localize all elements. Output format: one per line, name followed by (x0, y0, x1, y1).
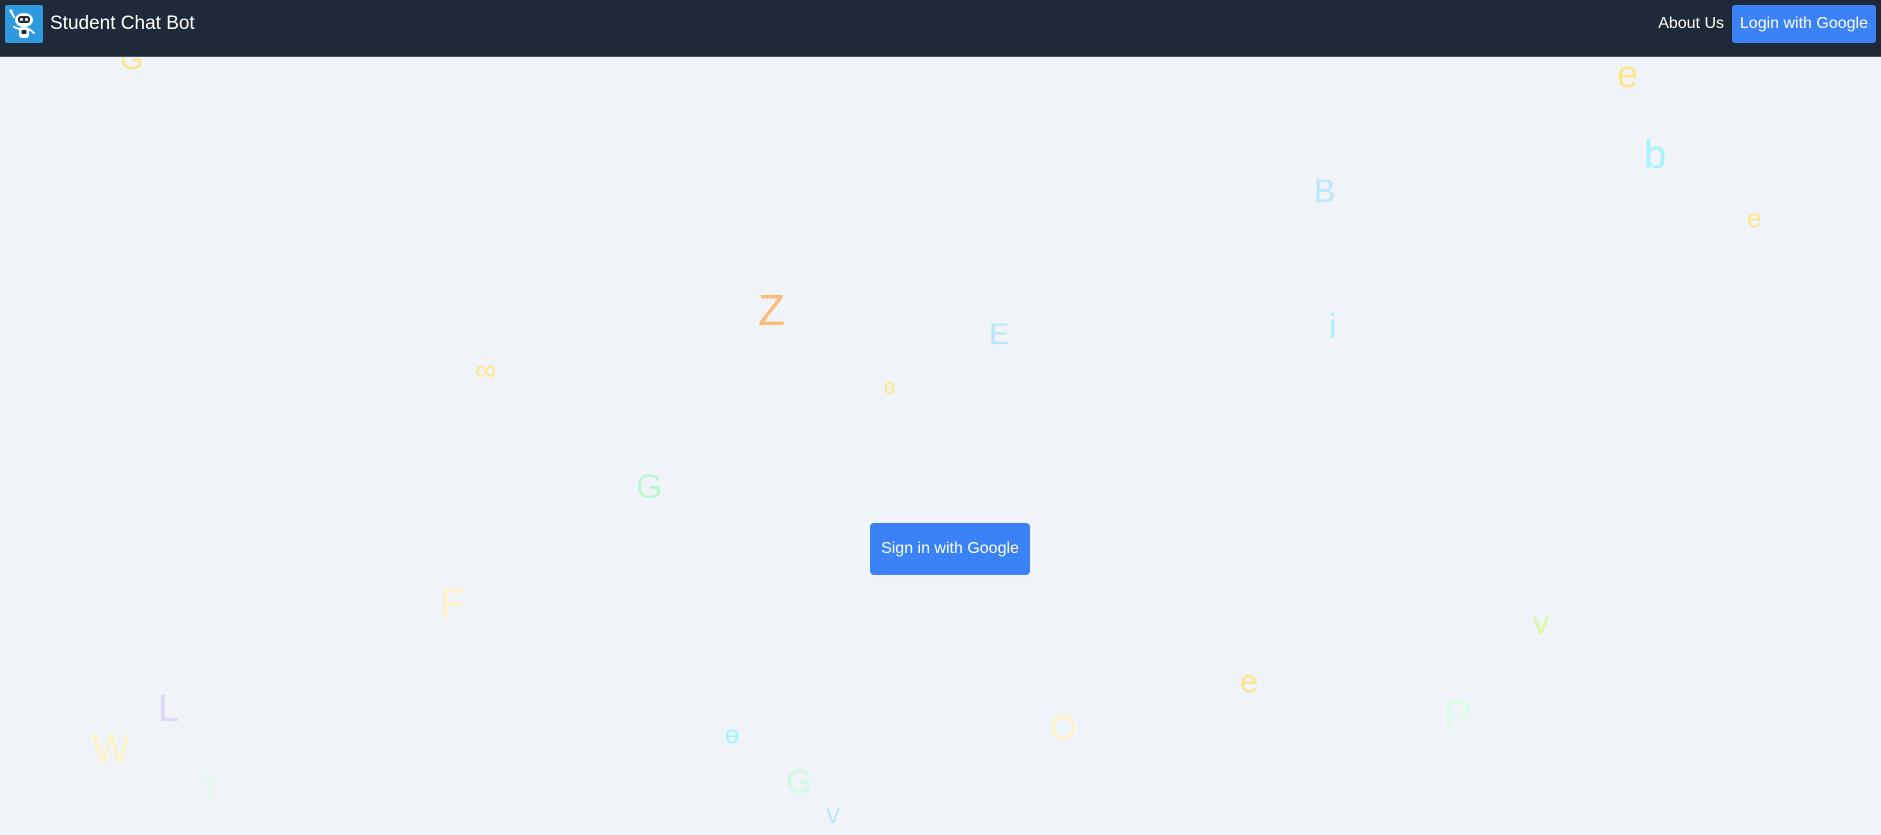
background-letter: v (1533, 605, 1549, 641)
background-letter: e (1617, 57, 1639, 96)
background-letter: G (120, 57, 144, 76)
background-letter: B (1314, 173, 1336, 209)
sign-in-with-google-button[interactable]: Sign in with Google (870, 523, 1030, 575)
robot-icon[interactable] (5, 5, 43, 43)
brand-title[interactable]: Student Chat Bot (50, 12, 195, 36)
background-letter: Z (758, 286, 785, 335)
background-letter: b (1644, 133, 1667, 177)
background-letter: i (1329, 308, 1337, 346)
background-letter: G (786, 763, 813, 801)
background-letter: P (1444, 691, 1473, 738)
login-with-google-button[interactable]: Login with Google (1731, 5, 1876, 43)
background-letter: ɵ (725, 719, 740, 749)
background-letter: O (1050, 709, 1077, 747)
background-letter: L (158, 688, 180, 730)
background-letter: E (989, 318, 1010, 351)
background-letter: v (826, 798, 840, 829)
about-us-link[interactable]: About Us (1658, 13, 1724, 35)
background-letter: e (1747, 203, 1762, 233)
background-letter: T (202, 772, 221, 805)
background-letter: G (636, 468, 663, 506)
background-letter: W (92, 727, 130, 771)
background-letter: F (440, 582, 465, 626)
background-letter: e (1240, 663, 1258, 699)
navbar: Student Chat Bot About Us Login with Goo… (0, 0, 1881, 57)
main-area: e b B e Z E i ∞ ɞ G F v e L W ɵ O P T G … (0, 57, 1881, 835)
background-letter: ɞ (884, 374, 896, 399)
background-letter: ∞ (475, 354, 497, 387)
